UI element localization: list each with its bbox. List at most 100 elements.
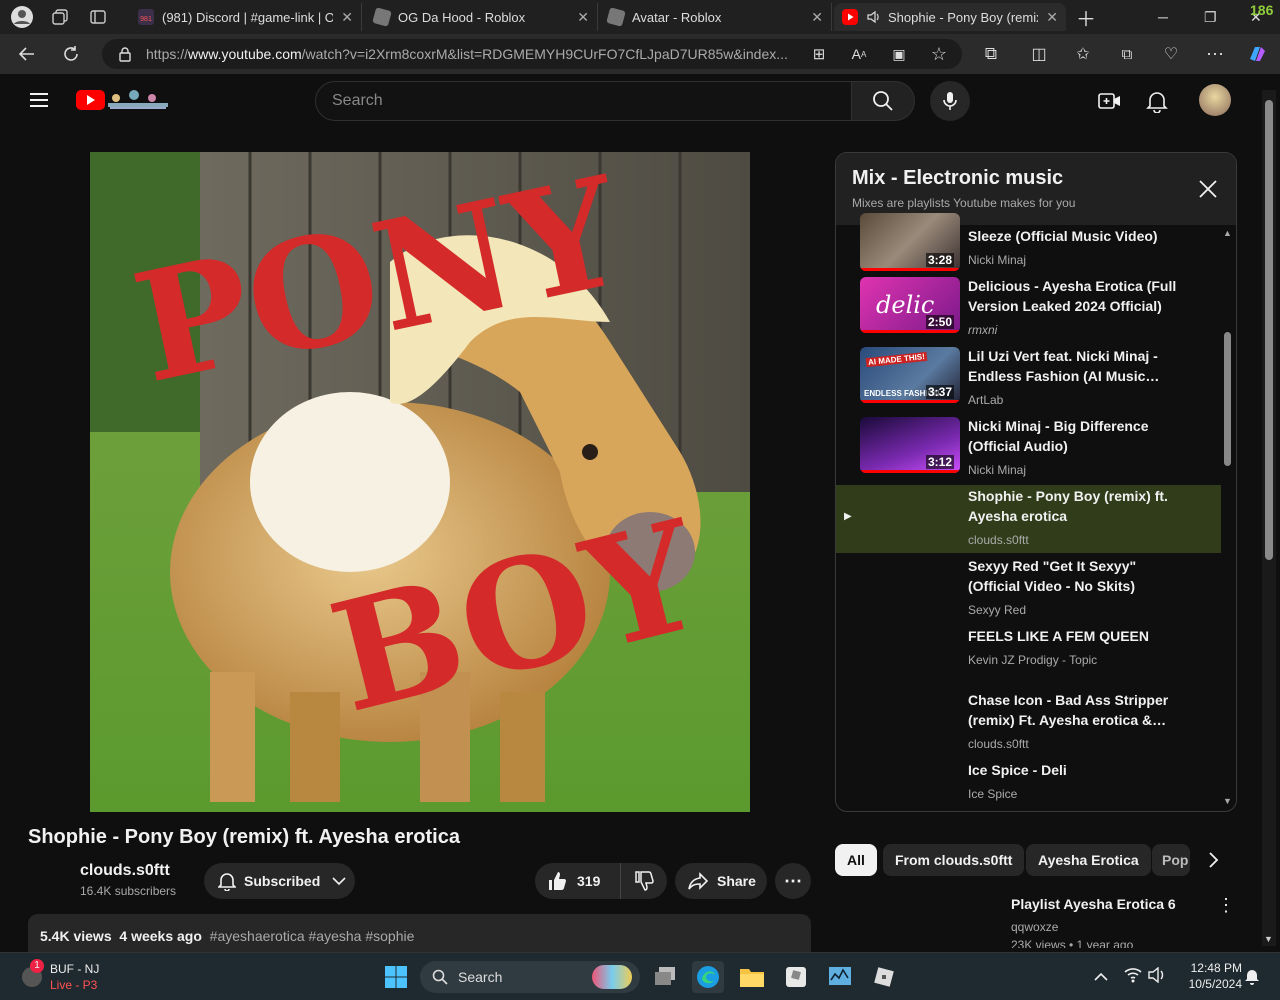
scroll-up-arrow-icon[interactable]: ▲ xyxy=(1223,228,1232,238)
playlist-item[interactable]: Sexyy Red "Get It Sexyy" (Official Video… xyxy=(836,555,1221,625)
roblox-app-icon[interactable] xyxy=(780,961,812,993)
favorites-icon[interactable]: ✩ xyxy=(1070,42,1096,66)
video-thumbnail[interactable]: 3:12 xyxy=(860,417,960,473)
immersive-reader-icon[interactable]: ▣ xyxy=(886,42,912,66)
playlist-item[interactable]: 3:12 Nicki Minaj - Big Difference (Offic… xyxy=(836,415,1221,485)
like-count: 319 xyxy=(577,873,601,889)
copilot-icon[interactable] xyxy=(1244,42,1270,66)
hashtags[interactable]: #ayeshaerotica #ayesha #sophie xyxy=(210,928,415,944)
search-highlight-icon xyxy=(592,965,632,989)
close-playlist-button[interactable] xyxy=(1194,175,1222,203)
collections-icon[interactable]: ⧉ xyxy=(1114,42,1140,66)
extensions-icon[interactable]: ⧉ xyxy=(978,42,1004,66)
restore-button[interactable]: ❐ xyxy=(1204,0,1217,34)
split-screen-icon[interactable]: ◫ xyxy=(1026,42,1052,66)
subscribed-button[interactable]: Subscribed xyxy=(204,863,355,899)
clock[interactable]: 12:48 PM 10/5/2024 xyxy=(1178,960,1242,992)
favorite-star-icon[interactable]: ☆ xyxy=(926,42,952,66)
create-video-icon[interactable] xyxy=(1098,90,1122,117)
chip-from-channel[interactable]: From clouds.s0ftt xyxy=(883,844,1025,876)
more-vertical-icon[interactable]: ⋮ xyxy=(1217,896,1235,914)
playlist-item[interactable]: Chase Icon - Bad Ass Stripper (remix) Ft… xyxy=(836,689,1221,759)
voice-search-button[interactable] xyxy=(930,81,970,121)
volume-icon[interactable] xyxy=(1148,966,1166,988)
close-tab-icon[interactable]: ✕ xyxy=(577,9,589,26)
scroll-down-arrow-icon[interactable]: ▼ xyxy=(1264,934,1273,944)
chips-next-chevron-icon[interactable] xyxy=(1203,850,1223,875)
chip-pop[interactable]: Pop xyxy=(1152,844,1190,876)
search-input[interactable]: Search xyxy=(315,81,853,121)
account-avatar[interactable] xyxy=(1199,84,1231,116)
workspaces-icon[interactable] xyxy=(46,3,74,31)
video-title: Shophie - Pony Boy (remix) ft. Ayesha er… xyxy=(28,826,460,848)
tab-discord[interactable]: 981 (981) Discord | #game-link | OG ✕ xyxy=(130,3,362,31)
video-thumbnail[interactable]: 3:28 xyxy=(860,213,960,271)
performance-monitor-icon[interactable] xyxy=(824,961,856,993)
task-view-icon[interactable] xyxy=(650,961,682,993)
recommended-title: Playlist Ayesha Erotica 6 xyxy=(1011,896,1176,912)
close-tab-icon[interactable]: ✕ xyxy=(811,9,823,26)
windows-start-icon[interactable] xyxy=(380,961,412,993)
audio-playing-icon[interactable] xyxy=(866,9,882,25)
search-icon xyxy=(432,969,448,985)
chip-ayesha-erotica[interactable]: Ayesha Erotica xyxy=(1026,844,1151,876)
watched-progress-bar xyxy=(860,400,960,403)
tab-avatar-roblox[interactable]: Avatar - Roblox ✕ xyxy=(600,3,832,31)
app-available-icon[interactable]: ⊞ xyxy=(806,42,832,66)
browser-essentials-icon[interactable]: ♡ xyxy=(1158,42,1184,66)
notifications-bell-icon[interactable] xyxy=(1146,89,1168,118)
channel-name[interactable]: clouds.s0ftt xyxy=(80,862,176,880)
video-player[interactable]: PONY BOY xyxy=(90,152,750,812)
wifi-icon[interactable] xyxy=(1124,967,1142,988)
edge-browser-icon[interactable] xyxy=(692,961,724,993)
playlist-item[interactable]: delic 2:50 Delicious - Ayesha Erotica (F… xyxy=(836,275,1221,345)
playlist-item[interactable]: Ice Spice - Deli Ice Spice xyxy=(836,759,1221,811)
read-aloud-icon[interactable]: AA xyxy=(846,42,872,66)
show-hidden-icons-chevron-icon[interactable] xyxy=(1094,969,1108,987)
close-tab-icon[interactable]: ✕ xyxy=(341,9,353,26)
minimize-button[interactable]: ─ xyxy=(1158,0,1168,34)
chip-all[interactable]: All xyxy=(835,844,877,876)
scroll-down-arrow-icon[interactable]: ▼ xyxy=(1223,796,1232,806)
notification-bell-icon[interactable] xyxy=(1244,967,1260,990)
new-tab-button[interactable]: ＋ xyxy=(1076,0,1096,34)
hamburger-menu-icon[interactable] xyxy=(30,92,50,108)
roblox-studio-icon[interactable] xyxy=(868,961,900,993)
more-actions-button[interactable]: ⋯ xyxy=(775,863,811,899)
tab-actions-icon[interactable] xyxy=(84,3,112,31)
dislike-button[interactable] xyxy=(621,863,667,899)
more-menu-icon[interactable]: ⋯ xyxy=(1202,42,1228,66)
url-bar[interactable]: https://www.youtube.com/watch?v=i2Xrm8co… xyxy=(102,39,962,69)
playlist-scrollbar[interactable]: ▲ ▼ xyxy=(1222,228,1234,806)
video-thumbnail[interactable]: AI MADE THIS! ENDLESS FASHION 3:37 xyxy=(860,347,960,403)
search-placeholder: Search xyxy=(332,92,383,109)
refresh-icon[interactable] xyxy=(58,42,84,66)
back-arrow-icon[interactable] xyxy=(14,42,40,66)
like-button[interactable]: 319 xyxy=(535,863,621,899)
playlist-item[interactable]: AI MADE THIS! ENDLESS FASHION 3:37 Lil U… xyxy=(836,345,1221,415)
share-button[interactable]: Share xyxy=(675,863,767,899)
microphone-icon xyxy=(942,91,958,111)
playlist-item-now-playing[interactable]: ▶ Shophie - Pony Boy (remix) ft. Ayesha … xyxy=(836,485,1221,553)
channel-info[interactable]: clouds.s0ftt 16.4K subscribers xyxy=(80,862,176,898)
close-tab-icon[interactable]: ✕ xyxy=(1046,9,1058,26)
page-scrollbar[interactable]: ▼ xyxy=(1262,90,1276,946)
profile-icon[interactable] xyxy=(8,3,36,31)
youtube-logo[interactable] xyxy=(76,88,172,112)
taskbar-search-label: Search xyxy=(458,969,503,985)
tab-og-da-hood[interactable]: OG Da Hood - Roblox ✕ xyxy=(366,3,598,31)
search-button[interactable] xyxy=(851,81,915,121)
taskbar-search[interactable]: Search xyxy=(420,961,640,993)
lock-icon[interactable] xyxy=(118,46,132,62)
playlist-item-channel: rmxni xyxy=(968,323,998,337)
video-thumbnail[interactable]: delic 2:50 xyxy=(860,277,960,333)
page-scrollbar-thumb[interactable] xyxy=(1265,100,1273,560)
recommended-item[interactable]: Playlist Ayesha Erotica 6 qqwoxze 23K vi… xyxy=(835,890,1235,948)
playlist-item-title: Ice Spice - Deli xyxy=(968,762,1067,778)
tab-youtube-active[interactable]: Shophie - Pony Boy (remix) ✕ xyxy=(834,3,1066,31)
file-explorer-icon[interactable] xyxy=(736,961,768,993)
weather-widget[interactable]: 1 BUF - NJ Live - P3 xyxy=(20,959,110,995)
description-box[interactable]: 5.4K views 4 weeks ago #ayeshaerotica #a… xyxy=(28,914,811,954)
playlist-item[interactable]: FEELS LIKE A FEM QUEEN Kevin JZ Prodigy … xyxy=(836,625,1221,695)
playlist-scrollbar-thumb[interactable] xyxy=(1224,332,1231,466)
